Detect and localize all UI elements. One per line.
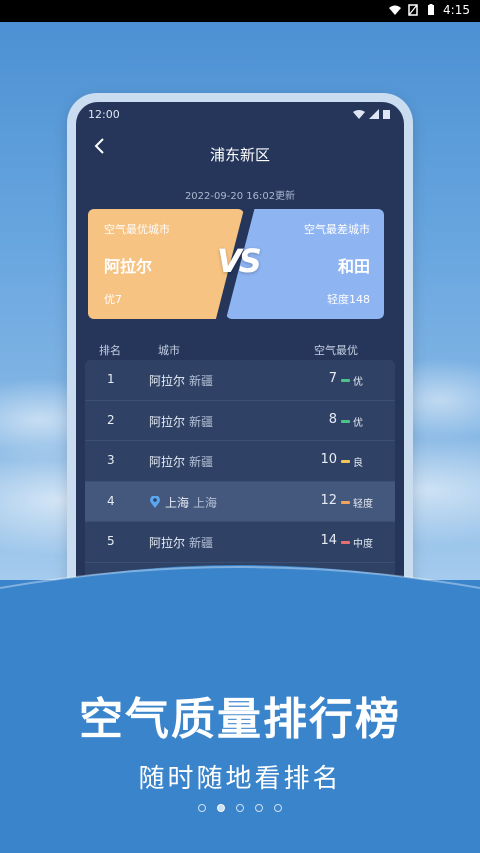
wifi-icon: [353, 110, 365, 119]
row-level: 良: [341, 454, 363, 469]
battery-icon: [428, 4, 435, 15]
row-level: 优: [341, 373, 363, 388]
header-aqi[interactable]: 空气最优: [314, 342, 358, 358]
location-pin-icon: [150, 495, 160, 508]
subline: 随时随地看排名: [138, 764, 342, 794]
wifi-icon: [389, 5, 402, 15]
page-dot[interactable]: [217, 804, 225, 812]
level-color-bar: [341, 419, 350, 423]
row-city: 阿拉尔: [149, 536, 186, 550]
row-city-cell: 阿拉尔新疆: [149, 534, 213, 551]
level-color-bar: [341, 460, 350, 463]
best-city-name: 阿拉尔: [104, 257, 153, 276]
row-city: 上海: [165, 495, 190, 510]
row-city: 阿拉尔: [149, 414, 186, 429]
signal-icon: [369, 109, 379, 119]
row-province: 新疆: [189, 374, 214, 388]
row-level-text: 轻度: [353, 498, 373, 510]
best-city-label: 空气最优城市: [104, 223, 170, 236]
no-sim-icon: [408, 4, 418, 16]
vs-badge: VS: [217, 242, 262, 280]
row-level: 轻度: [341, 495, 373, 510]
table-row[interactable]: 1 阿拉尔 新疆 7 优: [85, 360, 395, 401]
row-aqi: 10: [320, 452, 337, 467]
row-province: 新疆: [189, 455, 214, 469]
table-row[interactable]: 4 上海 上海 12 轻度: [85, 481, 395, 522]
row-level-text: 中度: [353, 539, 373, 550]
table-row[interactable]: 3 阿拉尔 新疆 10 良: [85, 441, 395, 482]
row-level-text: 优: [353, 377, 363, 388]
table-row[interactable]: 2 阿拉尔 新疆 8 优: [85, 401, 395, 441]
page-dot[interactable]: [236, 804, 244, 812]
battery-icon: [383, 110, 390, 119]
row-city-cell: 上海 上海: [149, 494, 217, 511]
phone-time: 12:00: [88, 108, 120, 121]
best-city-value: 优7: [104, 293, 122, 306]
header-city: 城市: [158, 344, 180, 357]
phone-status-icons: [353, 109, 390, 119]
row-province: 新疆: [189, 536, 214, 550]
pagination-dots: [0, 804, 480, 812]
row-aqi: 8: [328, 411, 337, 427]
row-city-cell: 阿拉尔新疆: [149, 453, 213, 470]
status-icons: 4:15: [389, 3, 470, 17]
row-rank: 3: [107, 453, 115, 467]
wave-shape: [0, 565, 480, 590]
row-aqi: 12: [320, 492, 337, 508]
level-color-bar: [341, 541, 350, 544]
row-level-text: 优: [353, 417, 363, 429]
row-rank: 1: [107, 372, 115, 386]
row-city-cell: 阿拉尔新疆: [149, 372, 213, 389]
row-province: 上海: [193, 495, 218, 510]
row-city: 阿拉尔: [149, 455, 186, 469]
header-rank: 排名: [99, 344, 121, 357]
level-color-bar: [341, 379, 350, 382]
row-city-cell: 阿拉尔新疆: [149, 413, 213, 430]
worst-city-name: 和田: [337, 257, 370, 276]
row-province: 新疆: [189, 414, 214, 429]
level-color-bar: [341, 500, 350, 504]
status-bar: 4:15: [0, 0, 480, 22]
row-rank: 4: [107, 493, 115, 508]
status-time: 4:15: [443, 3, 470, 17]
row-city: 阿拉尔: [149, 374, 186, 388]
page-dot[interactable]: [274, 804, 282, 812]
row-level: 中度: [341, 535, 373, 550]
worst-city-value: 轻度148: [327, 293, 370, 306]
headline: 空气质量排行榜: [79, 694, 401, 745]
row-aqi: 14: [320, 533, 337, 548]
update-time: 2022-09-20 16:02更新: [184, 191, 296, 202]
row-aqi: 7: [328, 371, 337, 386]
page-dot[interactable]: [198, 804, 206, 812]
page-title: 浦东新区: [209, 146, 270, 164]
row-rank: 2: [107, 412, 115, 427]
worst-city-label: 空气最差城市: [304, 223, 370, 236]
table-header: 排名 城市 空气最优: [76, 342, 404, 362]
row-rank: 5: [107, 534, 115, 548]
row-level: 优: [341, 414, 363, 429]
page-dot[interactable]: [255, 804, 263, 812]
row-level-text: 良: [353, 458, 363, 469]
